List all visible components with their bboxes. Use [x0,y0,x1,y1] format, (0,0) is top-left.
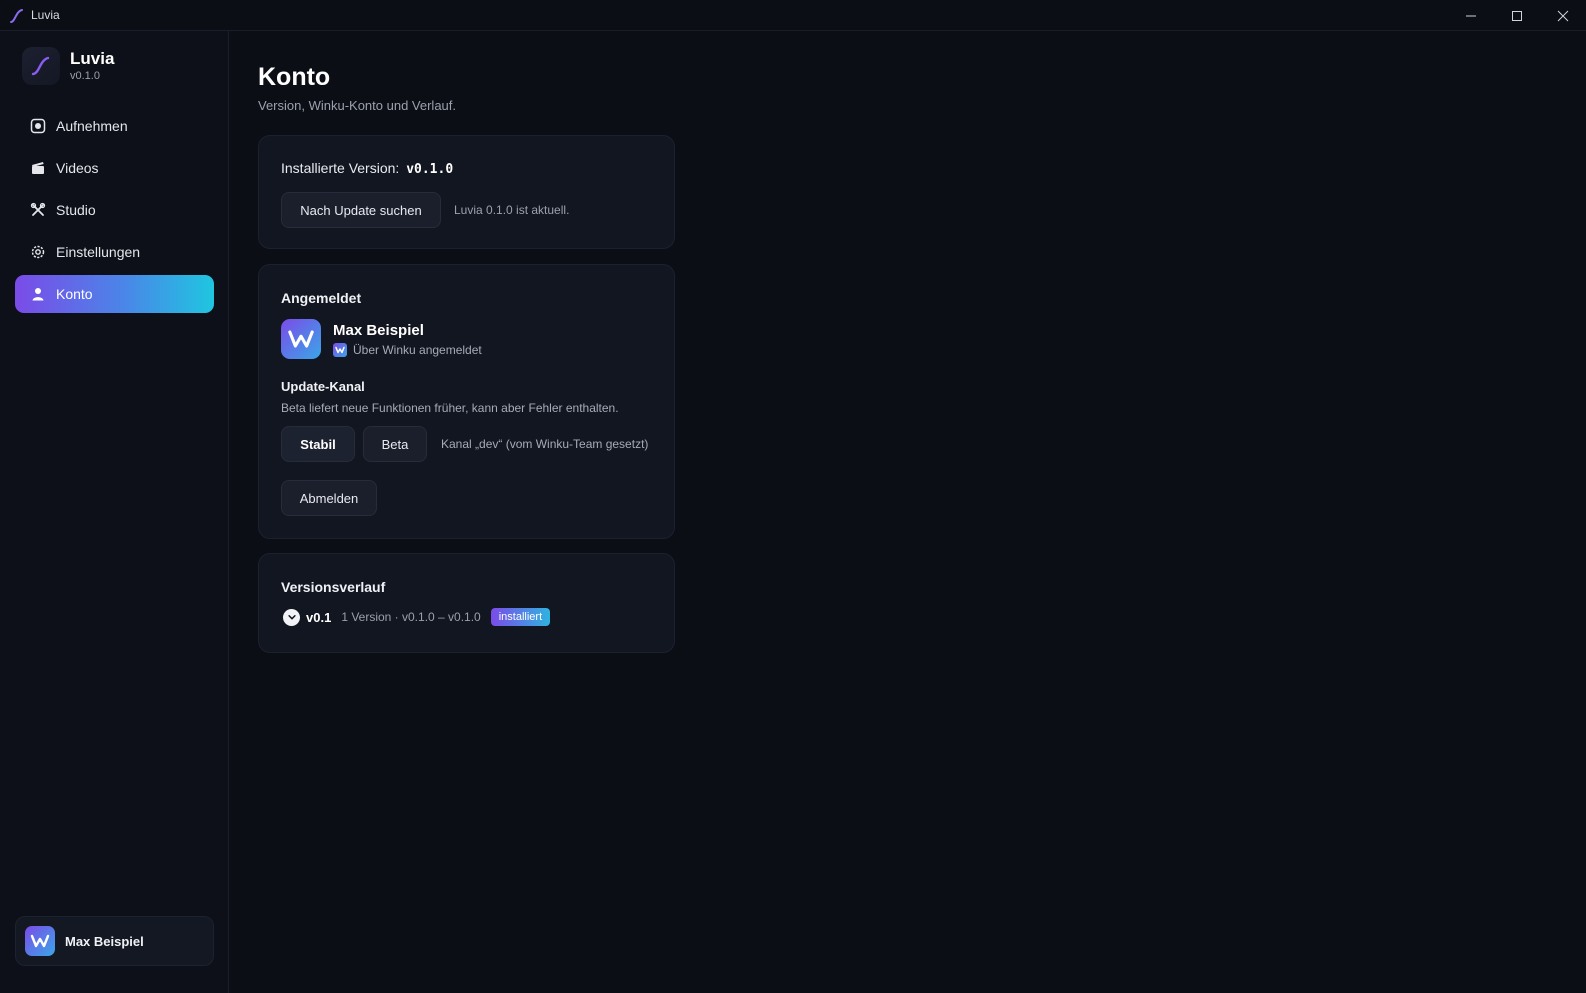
update-channel-heading: Update-Kanal [281,379,365,394]
profile-name: Max Beispiel [333,322,424,339]
sidebar-item-label: Videos [56,160,99,176]
clapperboard-icon [30,160,46,176]
version-group-label: v0.1 [306,609,332,625]
update-status: Luvia 0.1.0 ist aktuell. [454,203,570,217]
sidebar-item-videos[interactable]: Videos [15,149,214,187]
page-title: Konto [258,63,331,91]
app-logo-icon [9,8,25,24]
winku-logo-icon [30,934,50,948]
version-history-row[interactable]: v0.1 1 Version · v0.1.0 – v0.1.0 install… [283,608,551,626]
version-history-heading: Versionsverlauf [281,579,386,595]
record-icon [30,118,46,134]
account-heading: Angemeldet [281,290,362,306]
title-bar: Luvia [0,0,1586,31]
minimize-button[interactable] [1448,0,1494,31]
channel-status: Kanal „dev“ (vom Winku-Team gesetzt) [441,437,649,451]
installed-badge: installiert [490,608,551,626]
version-card: Installierte Version: v0.1.0 Nach Update… [258,135,675,249]
logout-button[interactable]: Abmelden [281,480,377,516]
sidebar-item-label: Einstellungen [56,244,141,260]
profile: Max Beispiel Über Winku angemeldet [281,319,482,359]
maximize-button[interactable] [1494,0,1540,31]
avatar [281,319,321,359]
sidebar-item-label: Aufnehmen [56,118,128,134]
update-channel-description: Beta liefert neue Funktionen früher, kan… [281,401,619,415]
sidebar-item-konto[interactable]: Konto [15,275,214,313]
sidebar-user-name: Max Beispiel [65,933,144,949]
close-icon [1557,10,1569,21]
sidebar-item-studio[interactable]: Studio [15,191,214,229]
winku-small-icon [333,343,347,357]
version-group-meta: 1 Version · v0.1.0 – v0.1.0 [341,610,481,624]
channel-stable-button[interactable]: Stabil [281,426,355,462]
minimize-icon [1466,15,1476,16]
window-title: Luvia [31,8,60,22]
brand: Luvia v0.1.0 [22,47,114,85]
sidebar: Luvia v0.1.0 Aufnehmen Videos Studio Ein… [0,31,229,993]
installed-version-value: v0.1.0 [406,162,454,177]
winku-logo-icon [288,330,314,348]
check-update-button[interactable]: Nach Update suchen [281,192,441,228]
login-provider-text: Über Winku angemeldet [353,343,482,357]
installed-version-label: Installierte Version: [281,160,400,176]
maximize-icon [1512,10,1522,21]
sidebar-item-label: Konto [56,286,93,302]
version-history-card: Versionsverlauf v0.1 1 Version · v0.1.0 … [258,553,675,653]
tools-icon [30,202,46,218]
sidebar-user-card[interactable]: Max Beispiel [15,916,214,966]
brand-version: v0.1.0 [70,70,100,82]
sidebar-item-einstellungen[interactable]: Einstellungen [15,233,214,271]
close-button[interactable] [1540,0,1586,31]
installed-version: Installierte Version: v0.1.0 [281,160,453,177]
avatar [25,926,55,956]
luvia-logo-icon [22,47,60,85]
brand-name: Luvia [70,49,115,68]
login-provider: Über Winku angemeldet [333,343,482,357]
sidebar-item-label: Studio [56,202,96,218]
page-subtitle: Version, Winku-Konto und Verlauf. [258,98,457,113]
channel-beta-button[interactable]: Beta [363,426,427,462]
sidebar-item-aufnehmen[interactable]: Aufnehmen [15,107,214,145]
account-card: Angemeldet Max Beispiel Über Winku angem… [258,264,675,539]
sidebar-nav: Aufnehmen Videos Studio Einstellungen Ko… [15,107,214,317]
gear-icon [30,244,46,260]
main-content: Konto Version, Winku-Konto und Verlauf. … [229,31,1586,993]
chevron-down-icon[interactable] [283,608,300,626]
user-icon [30,286,46,302]
